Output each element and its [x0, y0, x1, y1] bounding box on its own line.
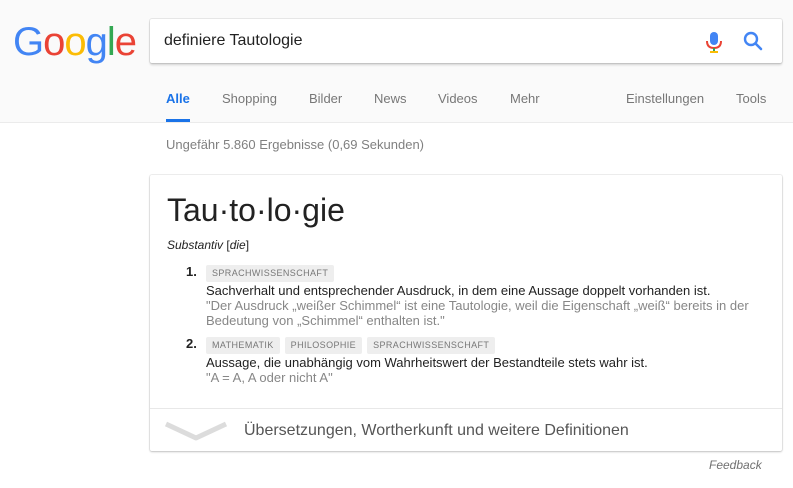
logo-letter: g [85, 20, 108, 64]
logo-letter: e [114, 20, 137, 64]
part-of-speech-label: Substantiv [167, 238, 224, 252]
sense-text: Sachverhalt und entsprechender Ausdruck,… [206, 283, 766, 328]
article: die [229, 238, 246, 252]
logo-letter: l [106, 20, 116, 64]
example: "A = A, A oder nicht A" [206, 370, 333, 385]
tab-videos[interactable]: Videos [438, 80, 478, 119]
search-box [150, 19, 782, 63]
subject-label: SPRACHWISSENSCHAFT [367, 337, 496, 354]
header-bar: Google Alle Shopping Bilder News Videos … [0, 0, 793, 123]
google-logo[interactable]: Google [13, 20, 137, 64]
result-stats: Ungefähr 5.860 Ergebnisse (0,69 Sekunden… [166, 137, 425, 152]
microphone-icon[interactable] [704, 31, 724, 53]
search-input[interactable] [164, 29, 684, 53]
tab-news[interactable]: News [374, 80, 407, 119]
example: "Der Ausdruck „weißer Schimmel“ ist eine… [206, 298, 749, 328]
logo-letter: o [64, 20, 86, 64]
definition: Sachverhalt und entsprechender Ausdruck,… [206, 283, 711, 298]
tab-images[interactable]: Bilder [309, 80, 342, 119]
tab-all[interactable]: Alle [166, 80, 190, 122]
subject-label: SPRACHWISSENSCHAFT [206, 265, 335, 282]
subject-label: MATHEMATIK [206, 337, 280, 354]
tab-tools[interactable]: Tools [736, 80, 766, 119]
sense-text: Aussage, die unabhängig vom Wahrheitswer… [206, 355, 766, 385]
subject-label: PHILOSOPHIE [284, 337, 363, 354]
sense-number: 2. [186, 336, 197, 351]
definition: Aussage, die unabhängig vom Wahrheitswer… [206, 355, 648, 370]
more-definitions-button[interactable]: Übersetzungen, Wortherkunft und weitere … [150, 408, 782, 452]
sense-labels: SPRACHWISSENSCHAFT [206, 263, 339, 282]
tab-more[interactable]: Mehr [510, 80, 540, 119]
search-icon[interactable] [743, 31, 763, 51]
sense-labels: MATHEMATIK PHILOSOPHIE SPRACHWISSENSCHAFT [206, 335, 500, 354]
logo-letter: o [43, 20, 65, 64]
tab-shopping[interactable]: Shopping [222, 80, 277, 119]
sense-number: 1. [186, 264, 197, 279]
logo-letter: G [13, 20, 44, 64]
dictionary-card: Tau·to·lo·gie Substantiv [die] 1. SPRACH… [150, 175, 782, 451]
feedback-link[interactable]: Feedback [709, 458, 762, 472]
search-tabs: Alle Shopping Bilder News Videos Mehr Ei… [0, 80, 793, 122]
tab-settings[interactable]: Einstellungen [626, 80, 704, 119]
headword: Tau·to·lo·gie [167, 192, 345, 228]
chevron-down-icon [164, 421, 228, 441]
part-of-speech: Substantiv [die] [167, 238, 250, 252]
more-definitions-label: Übersetzungen, Wortherkunft und weitere … [244, 422, 629, 439]
